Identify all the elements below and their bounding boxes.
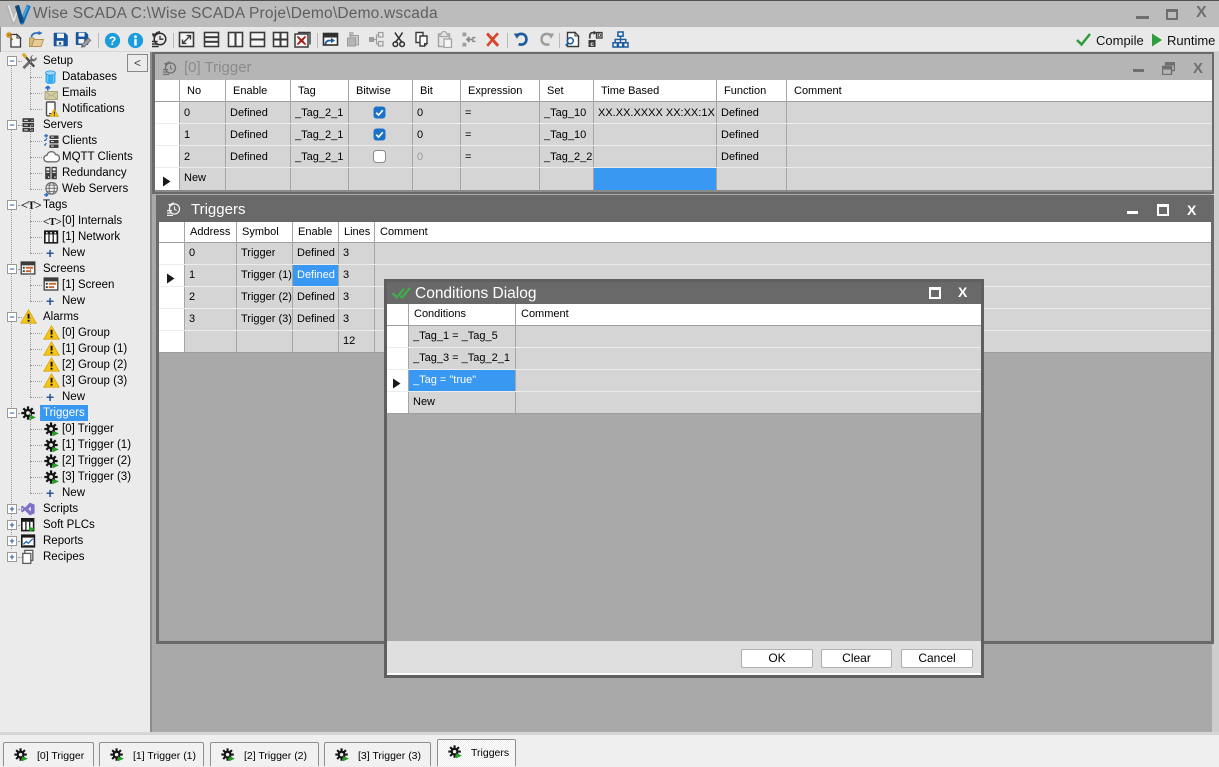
svg-text:?: ? xyxy=(109,34,116,48)
svg-text:b: b xyxy=(597,32,601,39)
svg-text:c: c xyxy=(590,41,594,48)
